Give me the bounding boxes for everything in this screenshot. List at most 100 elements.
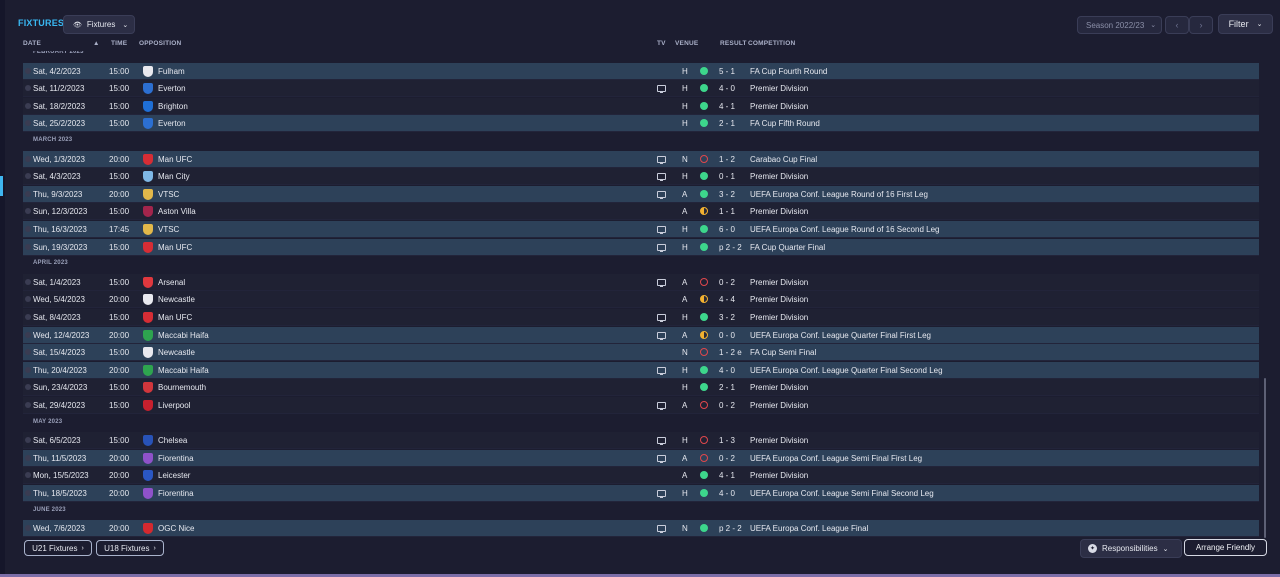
fixture-result[interactable]: 0 - 1 [719, 172, 735, 181]
fixture-result[interactable]: 4 - 0 [719, 489, 735, 498]
table-row[interactable]: Sun, 23/4/2023 15:00 Bournemouth H 2 - 1 Prem… [23, 379, 1259, 397]
fixture-result[interactable]: 0 - 0 [719, 331, 735, 340]
fixture-opposition[interactable]: Aston Villa [158, 207, 196, 216]
table-row[interactable]: Sat, 8/4/2023 15:00 Man UFC H 3 - 2 Premier D… [23, 309, 1259, 326]
fixture-opposition[interactable]: Man UFC [158, 313, 192, 322]
table-row[interactable]: Sat, 15/4/2023 15:00 Newcastle N 1 - 2 e FA C… [23, 344, 1259, 362]
fixture-competition[interactable]: UEFA Europa Conf. League Quarter Final S… [750, 366, 943, 375]
table-row[interactable]: Sat, 18/2/2023 15:00 Brighton H 4 - 1 Premier… [23, 97, 1259, 115]
responsibilities-button[interactable]: ✦ Responsibilities ⌄ [1080, 539, 1182, 558]
scrollbar[interactable] [1264, 378, 1266, 538]
fixture-competition[interactable]: FA Cup Quarter Final [750, 243, 825, 252]
fixture-result[interactable]: 0 - 2 [719, 278, 735, 287]
fixture-result[interactable]: 2 - 1 [719, 119, 735, 128]
fixture-result[interactable]: p 2 - 2 [719, 524, 742, 533]
fixture-opposition[interactable]: VTSC [158, 225, 179, 234]
fixture-opposition[interactable]: Maccabi Haifa [158, 366, 209, 375]
fixture-opposition[interactable]: Man UFC [158, 243, 192, 252]
fixture-competition[interactable]: Premier Division [750, 84, 808, 93]
fixture-opposition[interactable]: Newcastle [158, 295, 195, 304]
table-row[interactable]: Thu, 20/4/2023 20:00 Maccabi Haifa H 4 - 0 UE… [23, 361, 1259, 379]
col-date[interactable]: DATE [23, 40, 41, 47]
fixture-competition[interactable]: Carabao Cup Final [750, 155, 817, 164]
fixture-opposition[interactable]: Fiorentina [158, 454, 194, 463]
fixture-competition[interactable]: UEFA Europa Conf. League Semi Final Firs… [750, 454, 922, 463]
fixture-result[interactable]: 1 - 2 [719, 155, 735, 164]
table-row[interactable]: Wed, 5/4/2023 20:00 Newcastle A 4 - 4 Premier… [23, 291, 1259, 309]
fixture-opposition[interactable]: Liverpool [158, 401, 190, 410]
fixture-result[interactable]: 0 - 2 [719, 401, 735, 410]
fixture-result[interactable]: 0 - 2 [719, 454, 735, 463]
table-row[interactable]: Sat, 25/2/2023 15:00 Everton H 2 - 1 FA Cup F… [23, 115, 1259, 133]
fixture-opposition[interactable]: Leicester [158, 471, 190, 480]
table-row[interactable]: Wed, 7/6/2023 20:00 OGC Nice Np 2 - 2 UEFA E… [23, 520, 1259, 537]
fixture-competition[interactable]: Premier Division [750, 207, 808, 216]
fixture-competition[interactable]: FA Cup Fourth Round [750, 67, 827, 76]
fixture-competition[interactable]: Premier Division [750, 295, 808, 304]
filter-button[interactable]: Filter ⌄ [1218, 14, 1273, 34]
fixture-opposition[interactable]: Arsenal [158, 278, 185, 287]
u21-fixtures-button[interactable]: U21 Fixtures › [24, 540, 92, 556]
fixture-competition[interactable]: UEFA Europa Conf. League Round of 16 Sec… [750, 225, 939, 234]
fixture-opposition[interactable]: Fiorentina [158, 489, 194, 498]
fixture-opposition[interactable]: Man City [158, 172, 190, 181]
next-season-button[interactable]: › [1189, 16, 1213, 34]
fixture-result[interactable]: 4 - 1 [719, 471, 735, 480]
fixture-opposition[interactable]: Maccabi Haifa [158, 331, 209, 340]
table-row[interactable]: Sun, 19/3/2023 15:00 Man UFC Hp 2 - 2 FA Cup… [23, 238, 1259, 256]
fixture-result[interactable]: 4 - 4 [719, 295, 735, 304]
table-row[interactable]: Sat, 6/5/2023 15:00 Chelsea H 1 - 3 Premier D… [23, 432, 1259, 450]
fixture-competition[interactable]: Premier Division [750, 471, 808, 480]
fixture-opposition[interactable]: Bournemouth [158, 383, 206, 392]
table-row[interactable]: Sat, 29/4/2023 15:00 Liverpool A 0 - 2 Premie… [23, 397, 1259, 414]
sort-asc-icon[interactable]: ▲ [93, 40, 100, 47]
fixture-opposition[interactable]: Newcastle [158, 348, 195, 357]
table-row[interactable]: Mon, 15/5/2023 20:00 Leicester A 4 - 1 Premie… [23, 467, 1259, 485]
fixture-result[interactable]: 4 - 0 [719, 84, 735, 93]
fixture-result[interactable]: 5 - 1 [719, 67, 735, 76]
fixture-opposition[interactable]: Fulham [158, 67, 185, 76]
fixture-competition[interactable]: UEFA Europa Conf. League Round of 16 Fir… [750, 190, 928, 199]
fixture-result[interactable]: 4 - 0 [719, 366, 735, 375]
fixture-competition[interactable]: UEFA Europa Conf. League Semi Final Seco… [750, 489, 934, 498]
fixture-result[interactable]: 6 - 0 [719, 225, 735, 234]
fixture-result[interactable]: 4 - 1 [719, 102, 735, 111]
table-row[interactable]: Thu, 9/3/2023 20:00 VTSC A 3 - 2 UEFA Europa … [23, 185, 1259, 203]
col-opposition[interactable]: OPPOSITION [139, 40, 181, 47]
fixture-result[interactable]: p 2 - 2 [719, 243, 742, 252]
col-competition[interactable]: COMPETITION [748, 40, 795, 47]
table-row[interactable]: Thu, 11/5/2023 20:00 Fiorentina A 0 - 2 UEFA … [23, 449, 1259, 467]
fixture-competition[interactable]: FA Cup Semi Final [750, 348, 816, 357]
fixture-opposition[interactable]: OGC Nice [158, 524, 194, 533]
fixture-competition[interactable]: UEFA Europa Conf. League Quarter Final F… [750, 331, 931, 340]
fixture-result[interactable]: 1 - 2 e [719, 348, 742, 357]
col-time[interactable]: TIME [111, 40, 127, 47]
fixture-competition[interactable]: Premier Division [750, 102, 808, 111]
fixture-opposition[interactable]: Chelsea [158, 436, 187, 445]
table-row[interactable]: Thu, 18/5/2023 20:00 Fiorentina H 4 - 0 UEFA … [23, 485, 1259, 502]
fixture-competition[interactable]: Premier Division [750, 401, 808, 410]
view-dropdown[interactable]: 👁 Fixtures ⌄ [63, 15, 135, 34]
table-row[interactable]: Sat, 1/4/2023 15:00 Arsenal A 0 - 2 Premier D… [23, 273, 1259, 291]
fixture-result[interactable]: 3 - 2 [719, 190, 735, 199]
fixture-competition[interactable]: Premier Division [750, 172, 808, 181]
fixture-competition[interactable]: FA Cup Fifth Round [750, 119, 820, 128]
fixture-result[interactable]: 1 - 1 [719, 207, 735, 216]
fixture-opposition[interactable]: Man UFC [158, 155, 192, 164]
fixture-opposition[interactable]: Everton [158, 84, 186, 93]
fixture-competition[interactable]: Premier Division [750, 313, 808, 322]
fixture-competition[interactable]: UEFA Europa Conf. League Final [750, 524, 868, 533]
fixture-opposition[interactable]: VTSC [158, 190, 179, 199]
fixture-competition[interactable]: Premier Division [750, 383, 808, 392]
table-row[interactable]: Sat, 11/2/2023 15:00 Everton H 4 - 0 Premier … [23, 80, 1259, 98]
fixture-opposition[interactable]: Brighton [158, 102, 188, 111]
table-row[interactable]: Sun, 12/3/2023 15:00 Aston Villa A 1 - 1 Prem… [23, 203, 1259, 221]
col-venue[interactable]: VENUE [675, 40, 698, 47]
table-row[interactable]: Wed, 12/4/2023 20:00 Maccabi Haifa A 0 - 0 UE… [23, 326, 1259, 344]
table-row[interactable]: Wed, 1/3/2023 20:00 Man UFC N 1 - 2 Carabao C… [23, 150, 1259, 168]
season-selector[interactable]: Season 2022/23 ⌄ [1077, 16, 1162, 34]
fixture-competition[interactable]: Premier Division [750, 436, 808, 445]
fixture-opposition[interactable]: Everton [158, 119, 186, 128]
table-row[interactable]: Sat, 4/2/2023 15:00 Fulham H 5 - 1 FA Cup Fou… [23, 62, 1259, 80]
fixture-result[interactable]: 2 - 1 [719, 383, 735, 392]
